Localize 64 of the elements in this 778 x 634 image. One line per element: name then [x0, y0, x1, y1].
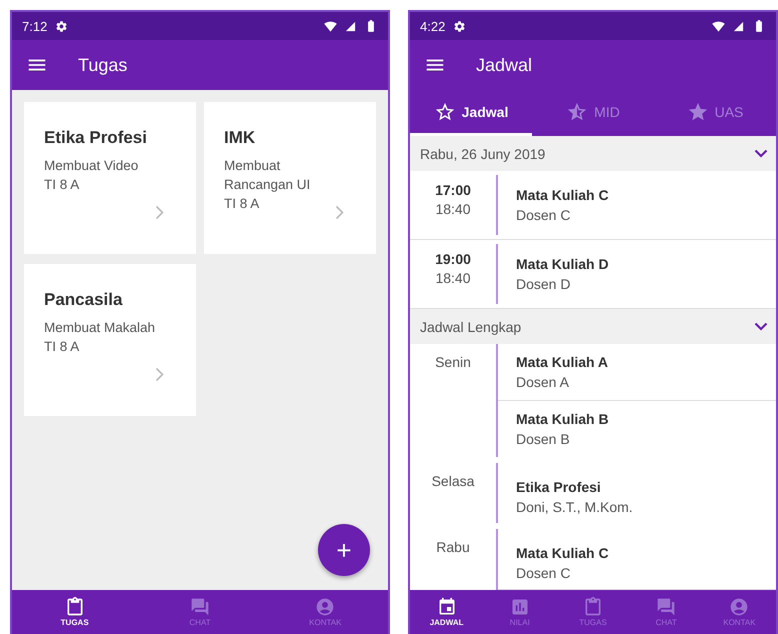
chevron-right-icon: [155, 205, 164, 220]
section-header[interactable]: Jadwal Lengkap: [410, 309, 776, 344]
settings-icon: [55, 20, 68, 32]
chevron-down-icon: [754, 149, 768, 158]
status-time: 4:22: [420, 18, 446, 34]
section-header[interactable]: Rabu, 26 Juny 2019: [410, 136, 776, 171]
task-text: Membuat Makalah: [44, 319, 156, 337]
chat-icon: [190, 597, 210, 617]
chevron-right-icon: [335, 205, 344, 220]
course-name: Mata Kuliah A: [516, 353, 610, 372]
lecturer-name: Dosen C: [516, 564, 572, 583]
add-button[interactable]: +: [318, 524, 370, 576]
status-time: 7:12: [22, 18, 48, 34]
section-title: Rabu, 26 Juny 2019: [420, 146, 546, 162]
star-icon: [686, 100, 709, 122]
task-text: Membuat Video: [44, 157, 140, 175]
chat-icon: [656, 597, 676, 617]
class-text: TI 8 A: [44, 338, 80, 356]
day-label: Selasa: [432, 473, 474, 489]
signal-icon: [733, 20, 744, 32]
start-time: 19:00: [435, 250, 471, 269]
app-bar-title: Tugas: [78, 54, 128, 76]
signal-icon: [345, 20, 356, 32]
task-card[interactable]: IMK Membuat Rancangan UI TI 8 A: [204, 102, 376, 254]
card-title: IMK: [224, 128, 256, 148]
lecturer-name: Dosen C: [516, 206, 572, 225]
chevron-right-icon: [155, 367, 164, 382]
wifi-icon: [324, 20, 337, 32]
star-outline-icon: [434, 100, 456, 122]
end-time: 18:40: [435, 269, 471, 288]
end-time: 18:40: [435, 200, 471, 219]
lecturer-name: Dosen A: [516, 373, 570, 392]
account-icon: [315, 597, 336, 617]
clipboard-icon: [583, 597, 603, 617]
course-name: Etika Profesi: [516, 478, 602, 497]
task-text: Membuat Rancangan UI: [224, 157, 312, 194]
nav-tab[interactable]: JADWAL: [410, 590, 484, 634]
task-card[interactable]: Pancasila Membuat Makalah TI 8 A: [24, 264, 196, 416]
lecturer-name: Dosen D: [516, 275, 572, 294]
day-label: Rabu: [436, 539, 470, 555]
task-card[interactable]: Etika Profesi Membuat Video TI 8 A: [24, 102, 196, 254]
class-text: TI 8 A: [224, 195, 260, 213]
class-text: TI 8 A: [44, 176, 80, 194]
bar-chart-icon: [510, 597, 530, 617]
course-name: Mata Kuliah B: [516, 410, 610, 429]
half-star-icon: [566, 100, 588, 122]
section-title: Jadwal Lengkap: [420, 318, 522, 334]
course-name: Mata Kuliah C: [516, 186, 610, 205]
wifi-icon: [712, 20, 725, 32]
clipboard-icon: [64, 597, 85, 617]
lecturer-name: Doni, S.T., M.Kom.: [516, 498, 634, 517]
chevron-down-icon: [754, 322, 768, 331]
lecturer-name: Dosen B: [516, 430, 571, 449]
course-name: Mata Kuliah C: [516, 544, 610, 563]
card-title: Pancasila: [44, 290, 124, 310]
app-bar-title: Jadwal: [476, 54, 532, 76]
nav-tab[interactable]: TUGAS: [12, 590, 138, 634]
calendar-icon: [436, 597, 457, 617]
card-title: Etika Profesi: [44, 128, 148, 148]
start-time: 17:00: [435, 181, 471, 200]
day-label: Senin: [435, 354, 471, 370]
settings-icon: [453, 20, 466, 32]
account-icon: [729, 597, 750, 617]
course-name: Mata Kuliah D: [516, 255, 610, 274]
